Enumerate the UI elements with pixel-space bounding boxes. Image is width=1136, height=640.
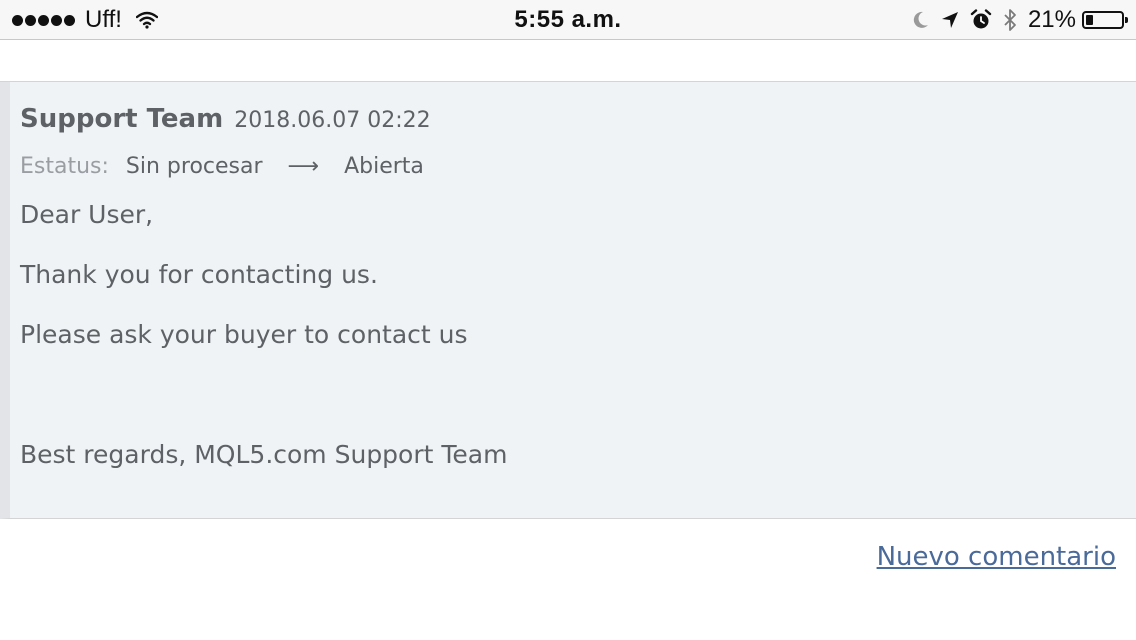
message-line-greeting: Dear User, xyxy=(20,200,154,229)
battery-icon xyxy=(1082,11,1128,29)
status-from: Sin procesar xyxy=(125,154,263,179)
message-line-signature: Best regards, MQL5.com Support Team xyxy=(20,440,508,469)
battery-percent: 21% xyxy=(1027,6,1076,33)
message-date: 2018.06.07 02:22 xyxy=(234,108,431,133)
message-header: Support Team 2018.06.07 02:22 xyxy=(20,104,431,134)
new-comment-link[interactable]: Nuevo comentario xyxy=(877,542,1116,572)
arrow-right-icon: ⟶ xyxy=(287,154,320,179)
message-author: Support Team xyxy=(20,104,224,134)
status-bar-right: 21% xyxy=(900,0,1128,40)
message-line-request: Please ask your buyer to contact us xyxy=(20,320,468,349)
moon-icon xyxy=(910,10,930,30)
status-change: Estatus: Sin procesar ⟶ Abierta xyxy=(20,154,424,179)
bluetooth-icon xyxy=(1002,8,1018,32)
status-to: Abierta xyxy=(344,154,424,179)
status-label: Estatus: xyxy=(20,154,109,179)
location-arrow-icon xyxy=(940,10,960,30)
status-bar: Uff! 5:55 a.m. 21% xyxy=(0,0,1136,40)
message-card: Support Team 2018.06.07 02:22 Estatus: S… xyxy=(0,82,1136,519)
message-line-thanks: Thank you for contacting us. xyxy=(20,260,378,289)
alarm-icon xyxy=(970,9,992,31)
top-band xyxy=(0,40,1136,82)
